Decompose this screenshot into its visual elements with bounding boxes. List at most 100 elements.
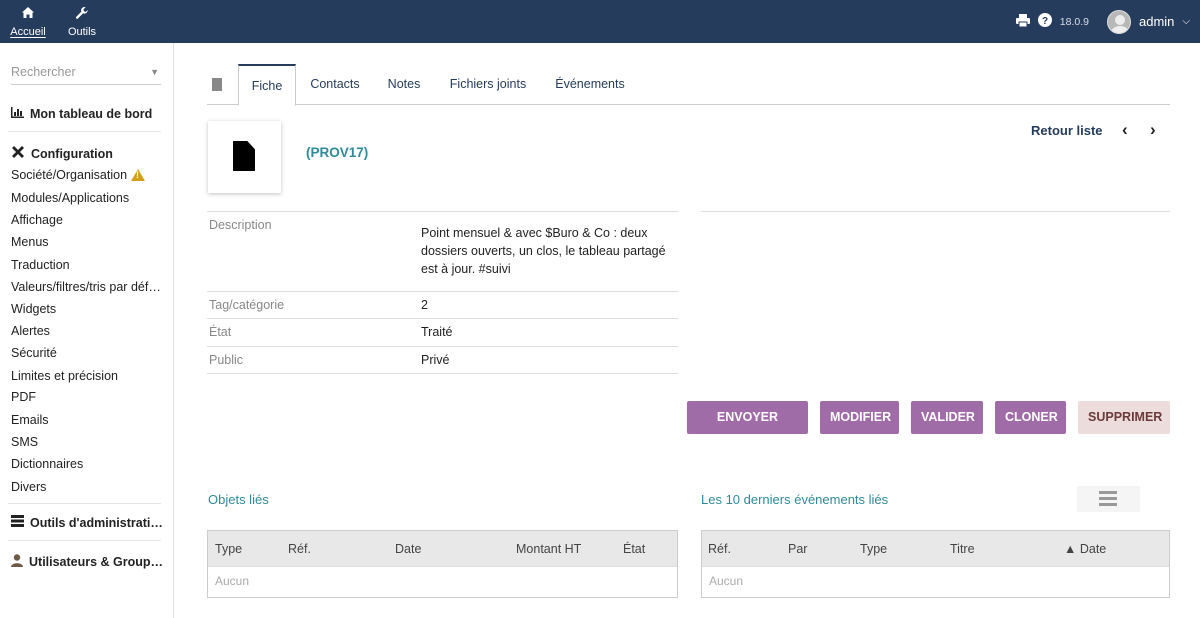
field-value: Privé [421,353,450,367]
menu-item-label: Affichage [11,213,63,227]
chevron-down-icon[interactable]: ⌵ [1182,16,1190,27]
menu-item-dictionnaires[interactable]: Dictionnaires [11,457,83,471]
field-label: Public [209,353,244,367]
list-view-button[interactable] [1077,486,1140,512]
previous-record-icon[interactable]: ‹ [1122,120,1128,140]
back-to-list-link[interactable]: Retour liste [1031,123,1103,138]
empty-message: Aucun [215,574,250,588]
wrench-icon [52,6,112,24]
tab-bar: Fiche Contacts Notes Fichiers joints Évé… [207,64,1170,106]
menu-item-label: Modules/Applications [11,191,130,205]
menu-item-affichage[interactable]: Affichage [11,213,63,227]
menu-item-menus[interactable]: Menus [11,235,49,249]
menu-item-label: Dictionnaires [11,457,84,471]
top-bar: Accueil Outils ? 18.0.9 admin ⌵ [0,0,1200,43]
column-header[interactable]: Type [215,531,242,567]
field-label: Tag/catégorie [209,298,285,312]
menu-item-divers[interactable]: Divers [11,480,46,494]
clone-button[interactable]: CLONER [995,401,1066,434]
menu-item-traduction[interactable]: Traduction [11,258,70,272]
column-header[interactable]: ▲ Date [1064,531,1106,567]
menu-users-groups-label: Utilisateurs & Group… [29,555,164,569]
menu-configuration[interactable]: Configuration [11,145,113,162]
field-label: État [209,325,232,339]
menu-item-societe[interactable]: Société/Organisation [11,168,146,182]
events-title: Les 10 derniers événements liés [701,492,889,507]
menu-item-label: PDF [11,390,36,404]
document-icon [233,141,255,171]
nav-tools[interactable]: Outils [52,6,112,38]
menu-item-widgets[interactable]: Widgets [11,302,56,316]
nav-tools-label: Outils [67,26,97,38]
menu-item-securite[interactable]: Sécurité [11,346,57,360]
field-value: 2 [421,298,428,312]
menu-item-emails[interactable]: Emails [11,413,49,427]
events-table: Réf. Par Type Titre ▲ Date Aucun [701,530,1170,598]
tab-notes[interactable]: Notes [379,64,429,105]
validate-button[interactable]: VALIDER [911,401,983,434]
menu-item-label: Sécurité [11,346,57,360]
printer-icon[interactable] [1015,13,1030,30]
menu-item-label: Widgets [11,302,57,316]
field-value: Traité [421,325,453,339]
search-input[interactable]: Rechercher ▼ [11,65,161,85]
modify-button[interactable]: MODIFIER [820,401,899,434]
server-icon [11,515,24,530]
menu-item-label: Divers [11,480,47,494]
top-right-tools: ? 18.0.9 admin ⌵ [1015,0,1190,43]
menu-item-alertes[interactable]: Alertes [11,324,50,338]
record-thumbnail [208,121,281,193]
menu-item-label: SMS [11,435,39,449]
menu-item-modules[interactable]: Modules/Applications [11,191,129,205]
user-icon [11,554,23,570]
menu-item-defaults[interactable]: Valeurs/filtres/tris par déf… [11,280,161,294]
column-header[interactable]: Réf. [708,531,731,567]
column-header[interactable]: Type [860,531,887,567]
linked-objects-table: Type Réf. Date Montant HT État Aucun [207,530,678,598]
column-header[interactable]: Par [788,531,807,567]
menu-configuration-label: Configuration [31,146,113,161]
linked-objects-title: Objets liés [208,492,269,507]
next-record-icon[interactable]: › [1150,120,1156,140]
field-row: Public Privé [207,347,678,374]
table-header: Type Réf. Date Montant HT État [208,531,677,567]
menu-item-limites[interactable]: Limites et précision [11,369,118,383]
column-header[interactable]: Titre [950,531,975,567]
menu-users-groups[interactable]: Utilisateurs & Group… [11,554,163,570]
version-label: 18.0.9 [1059,15,1089,28]
warning-icon [131,169,146,181]
column-header[interactable]: État [623,531,645,567]
menu-admin-tools[interactable]: Outils d'administrati… [11,515,163,530]
record-ref: (PROV17) [306,145,369,160]
tab-fichiers-joints[interactable]: Fichiers joints [441,64,535,105]
menu-item-label: Société/Organisation [11,168,128,182]
chart-icon [11,107,24,121]
menu-item-label: Valeurs/filtres/tris par déf… [11,280,161,294]
tab-contacts[interactable]: Contacts [300,64,370,105]
column-header[interactable]: Date [395,531,421,567]
tools-icon [11,145,25,162]
user-name[interactable]: admin [1139,14,1174,29]
column-header[interactable]: Réf. [288,531,311,567]
avatar[interactable] [1106,9,1131,34]
help-icon[interactable]: ? [1037,13,1052,30]
delete-button[interactable]: SUPPRIMER [1078,401,1170,434]
chevron-down-icon: ▼ [150,67,159,77]
field-row: État Traité [207,319,678,347]
menu-item-pdf[interactable]: PDF [11,390,36,404]
menu-dashboard[interactable]: Mon tableau de bord [11,107,152,121]
nav-home-label: Accueil [10,26,46,38]
menu-item-label: Menus [11,235,49,249]
menu-admin-tools-label: Outils d'administrati… [30,515,163,530]
menu-item-label: Alertes [11,324,50,338]
tab-evenements[interactable]: Événements [547,64,633,105]
column-header[interactable]: Montant HT [516,531,581,567]
menu-item-sms[interactable]: SMS [11,435,38,449]
table-header: Réf. Par Type Titre ▲ Date [702,531,1169,567]
nav-home[interactable]: Accueil [0,6,58,38]
home-icon [0,6,58,24]
tab-fiche[interactable]: Fiche [238,64,296,106]
send-email-button[interactable]: ENVOYER EMAIL [687,401,808,457]
left-menu: Rechercher ▼ Mon tableau de bord Configu… [0,43,174,618]
document-icon [212,78,222,91]
